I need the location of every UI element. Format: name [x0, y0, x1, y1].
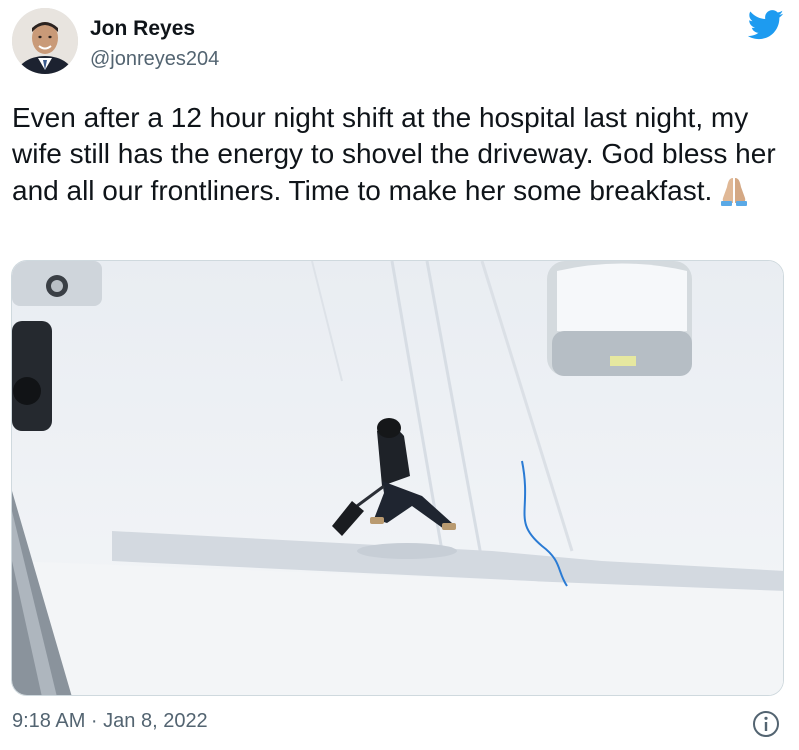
snowy-driveway-photo-icon — [12, 261, 783, 695]
author-handle[interactable]: @jonreyes204 — [90, 48, 219, 71]
tweet-text-body: Even after a 12 hour night shift at the … — [12, 102, 784, 206]
tweet-media-photo[interactable] — [11, 260, 784, 696]
tweet-text: Even after a 12 hour night shift at the … — [12, 100, 787, 209]
info-icon[interactable] — [752, 710, 780, 738]
avatar-image — [12, 8, 78, 74]
twitter-bird-icon[interactable] — [748, 10, 784, 40]
avatar[interactable] — [12, 8, 78, 74]
tweet-timestamp[interactable]: 9:18 AM · Jan 8, 2022 — [12, 710, 208, 733]
author-name[interactable]: Jon Reyes — [90, 17, 195, 41]
folded-hands-emoji-icon — [721, 178, 748, 206]
